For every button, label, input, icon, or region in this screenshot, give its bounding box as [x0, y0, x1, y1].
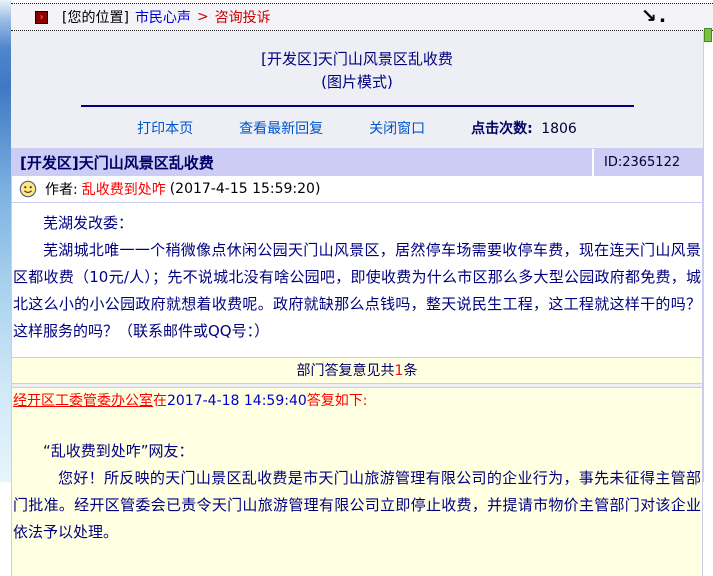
breadcrumb-prefix: [您的位置] [62, 10, 129, 26]
view-latest-reply-link[interactable]: 查看最新回复 [239, 118, 323, 138]
post-header-title: [开发区]天门山风景区乱收费 [20, 154, 214, 172]
reply-header: 经开区工委管委办公室在2017-4-18 14:59:40答复如下: [13, 391, 701, 411]
reply-header-suffix: 答复如下: [306, 393, 368, 409]
resize-arrow-icon: ↘. [641, 5, 669, 27]
breadcrumb-bar: › [您的位置] 市民心声 > 咨询投诉 ↘. [11, 3, 713, 31]
breadcrumb-separator: > [196, 9, 209, 25]
reply-department-link[interactable]: 经开区工委管委办公室 [13, 393, 153, 409]
toolbar: 打印本页 查看最新回复 关闭窗口 点击次数: 1806 [11, 107, 703, 148]
post-time: (2017-4-15 15:59:20) [169, 181, 321, 197]
reply-paragraph: “乱收费到处咋”网友： [43, 442, 194, 460]
reply-summary-band: 部门答复意见共1条 [12, 357, 702, 384]
post-table: [开发区]天门山风景区乱收费 ID:2365122 作者: 乱收费到处咋 (20… [11, 148, 703, 576]
reply-time: 2017-4-18 14:59:40 [167, 393, 307, 409]
page-title-line2: (图片模式) [321, 73, 393, 91]
reply-summary-suffix: 条 [403, 363, 418, 379]
scrollbar-thumb[interactable] [704, 28, 712, 42]
smiley-icon [19, 180, 37, 198]
post-paragraph: 芜湖发改委： [43, 214, 134, 232]
post-body: 芜湖发改委： 芜湖城北唯一一个稍微像点休闲公园天门山风景区，居然停车场需要收停车… [12, 203, 702, 357]
breadcrumb-marker-icon: › [35, 10, 48, 24]
reply-at-word: 在 [153, 393, 167, 409]
hit-counter-value: 1806 [541, 121, 577, 137]
hit-counter: 点击次数: 1806 [471, 118, 577, 138]
hit-counter-label: 点击次数: [471, 121, 533, 137]
post-author-row: 作者: 乱收费到处咋 (2017-4-15 15:59:20) [12, 176, 702, 203]
post-paragraph: 芜湖城北唯一一个稍微像点休闲公园天门山风景区，居然停车场需要收停车费，现在连天门… [13, 241, 701, 340]
post-header-row: [开发区]天门山风景区乱收费 ID:2365122 [12, 149, 702, 176]
page-title: [开发区]天门山风景区乱收费 (图片模式) [11, 31, 703, 94]
breadcrumb-link-citizen-voice[interactable]: 市民心声 [135, 7, 191, 27]
author-label: 作者: [45, 182, 78, 198]
close-window-link[interactable]: 关闭窗口 [369, 118, 425, 138]
reply-body: “乱收费到处咋”网友： 您好！所反映的天门山景区乱收费是市天门山旅游管理有限公司… [13, 438, 701, 546]
page-title-line1: [开发区]天门山风景区乱收费 [261, 50, 453, 68]
reply-summary-prefix: 部门答复意见共 [296, 363, 395, 379]
main-content: [开发区]天门山风景区乱收费 (图片模式) 打印本页 查看最新回复 关闭窗口 点… [11, 31, 703, 576]
author-name-link[interactable]: 乱收费到处咋 [82, 179, 166, 199]
right-margin-strip [703, 31, 713, 482]
print-page-link[interactable]: 打印本页 [137, 118, 193, 138]
left-gradient-strip [0, 0, 11, 482]
post-id: ID:2365122 [592, 149, 702, 176]
breadcrumb-link-consult-complaint[interactable]: 咨询投诉 [215, 7, 271, 27]
reply-paragraph: 您好！所反映的天门山景区乱收费是市天门山旅游管理有限公司的企业行为，事先未征得主… [13, 469, 701, 541]
